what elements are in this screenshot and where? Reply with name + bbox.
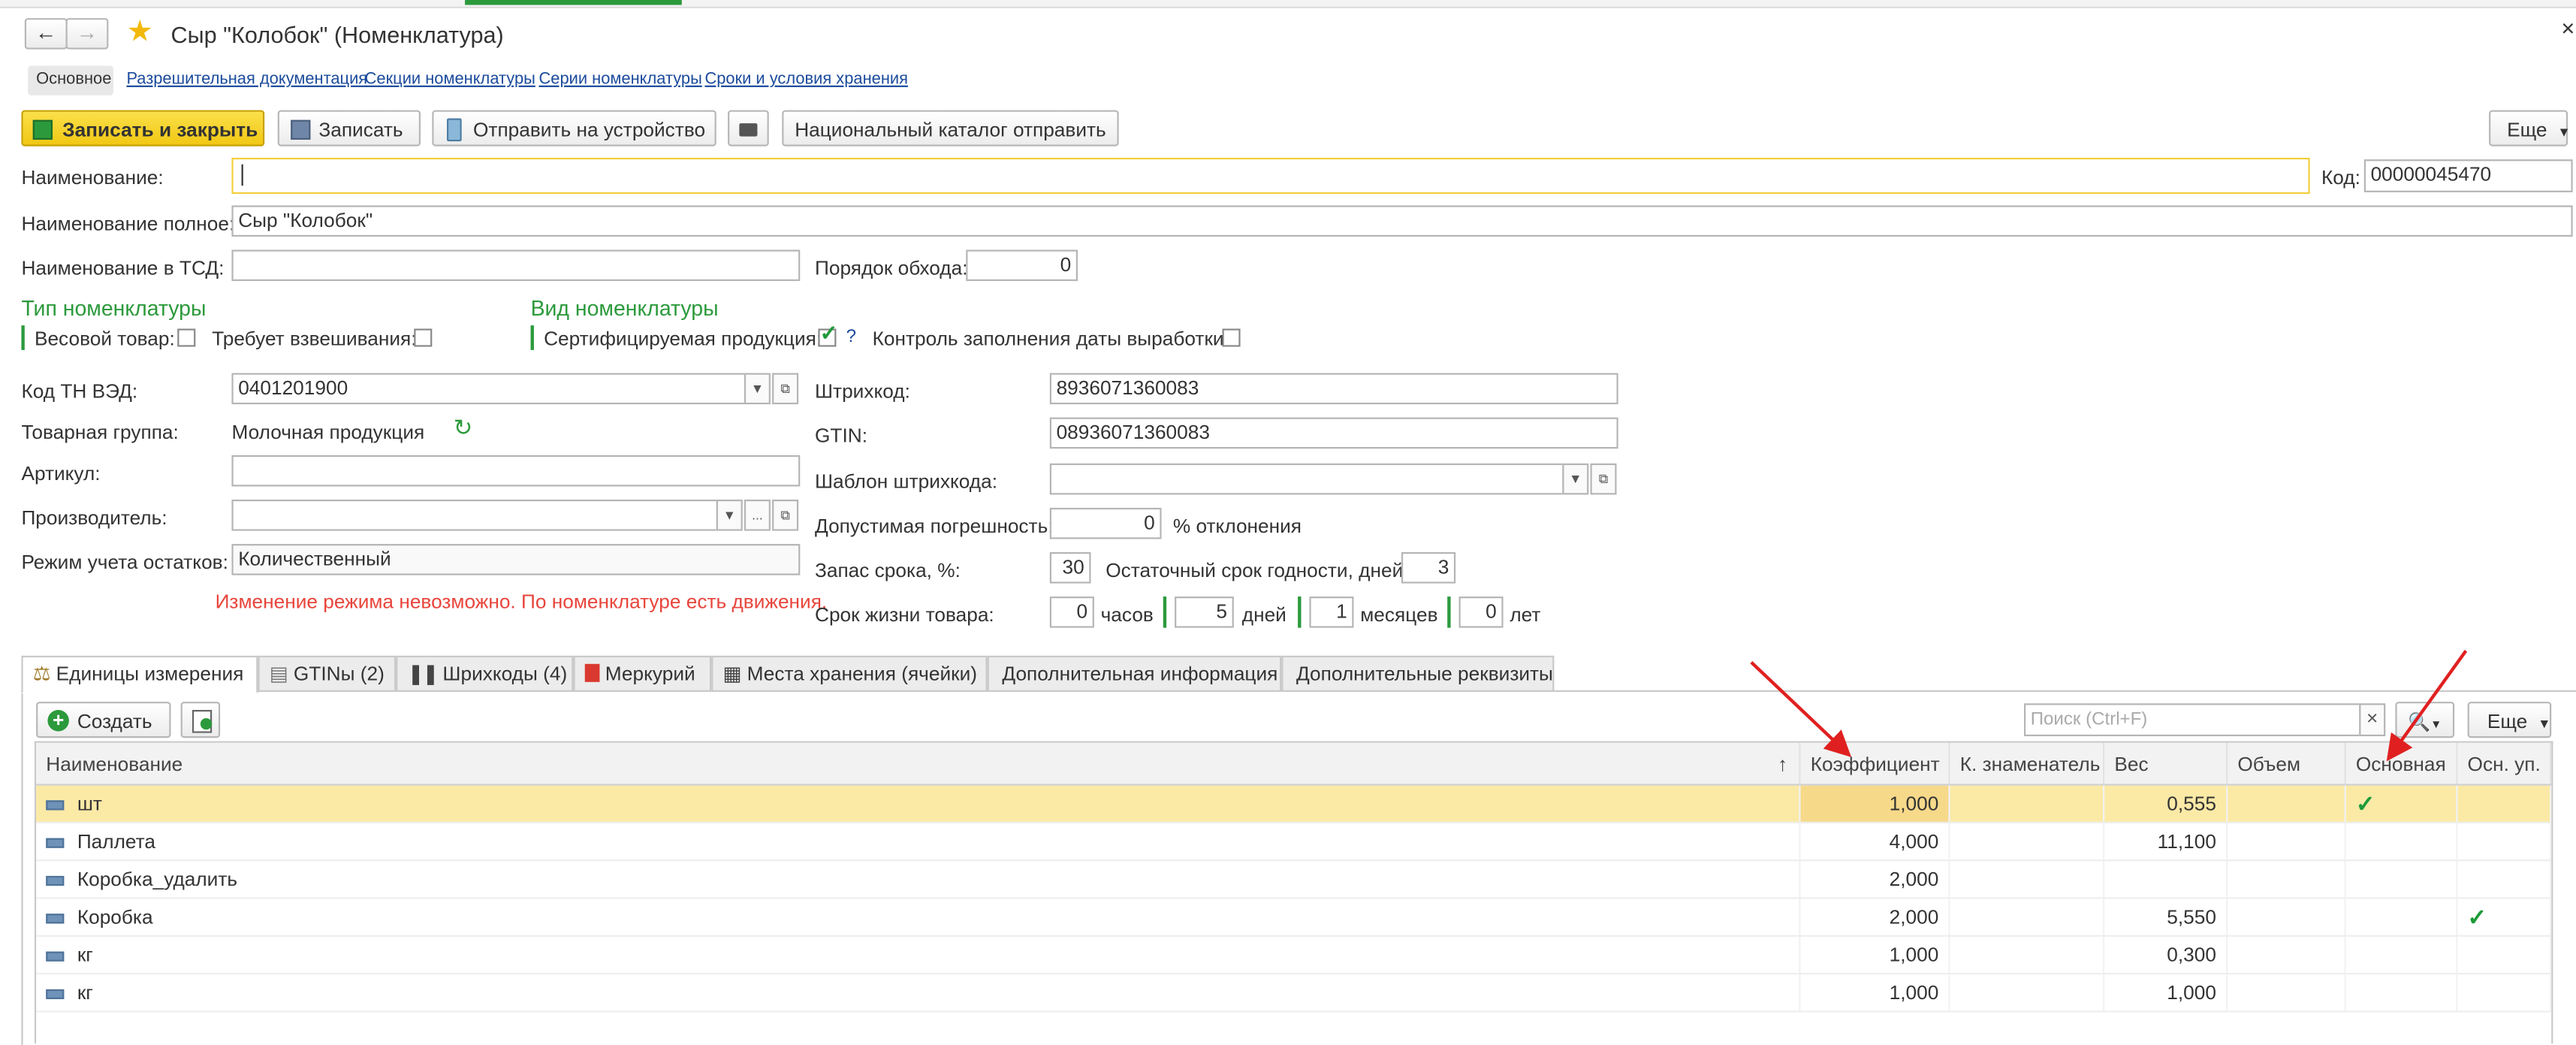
annotation-arrows — [1750, 649, 2468, 762]
arrow-to-coef-icon — [1750, 660, 1852, 757]
arrow-to-main-icon — [2386, 649, 2468, 762]
